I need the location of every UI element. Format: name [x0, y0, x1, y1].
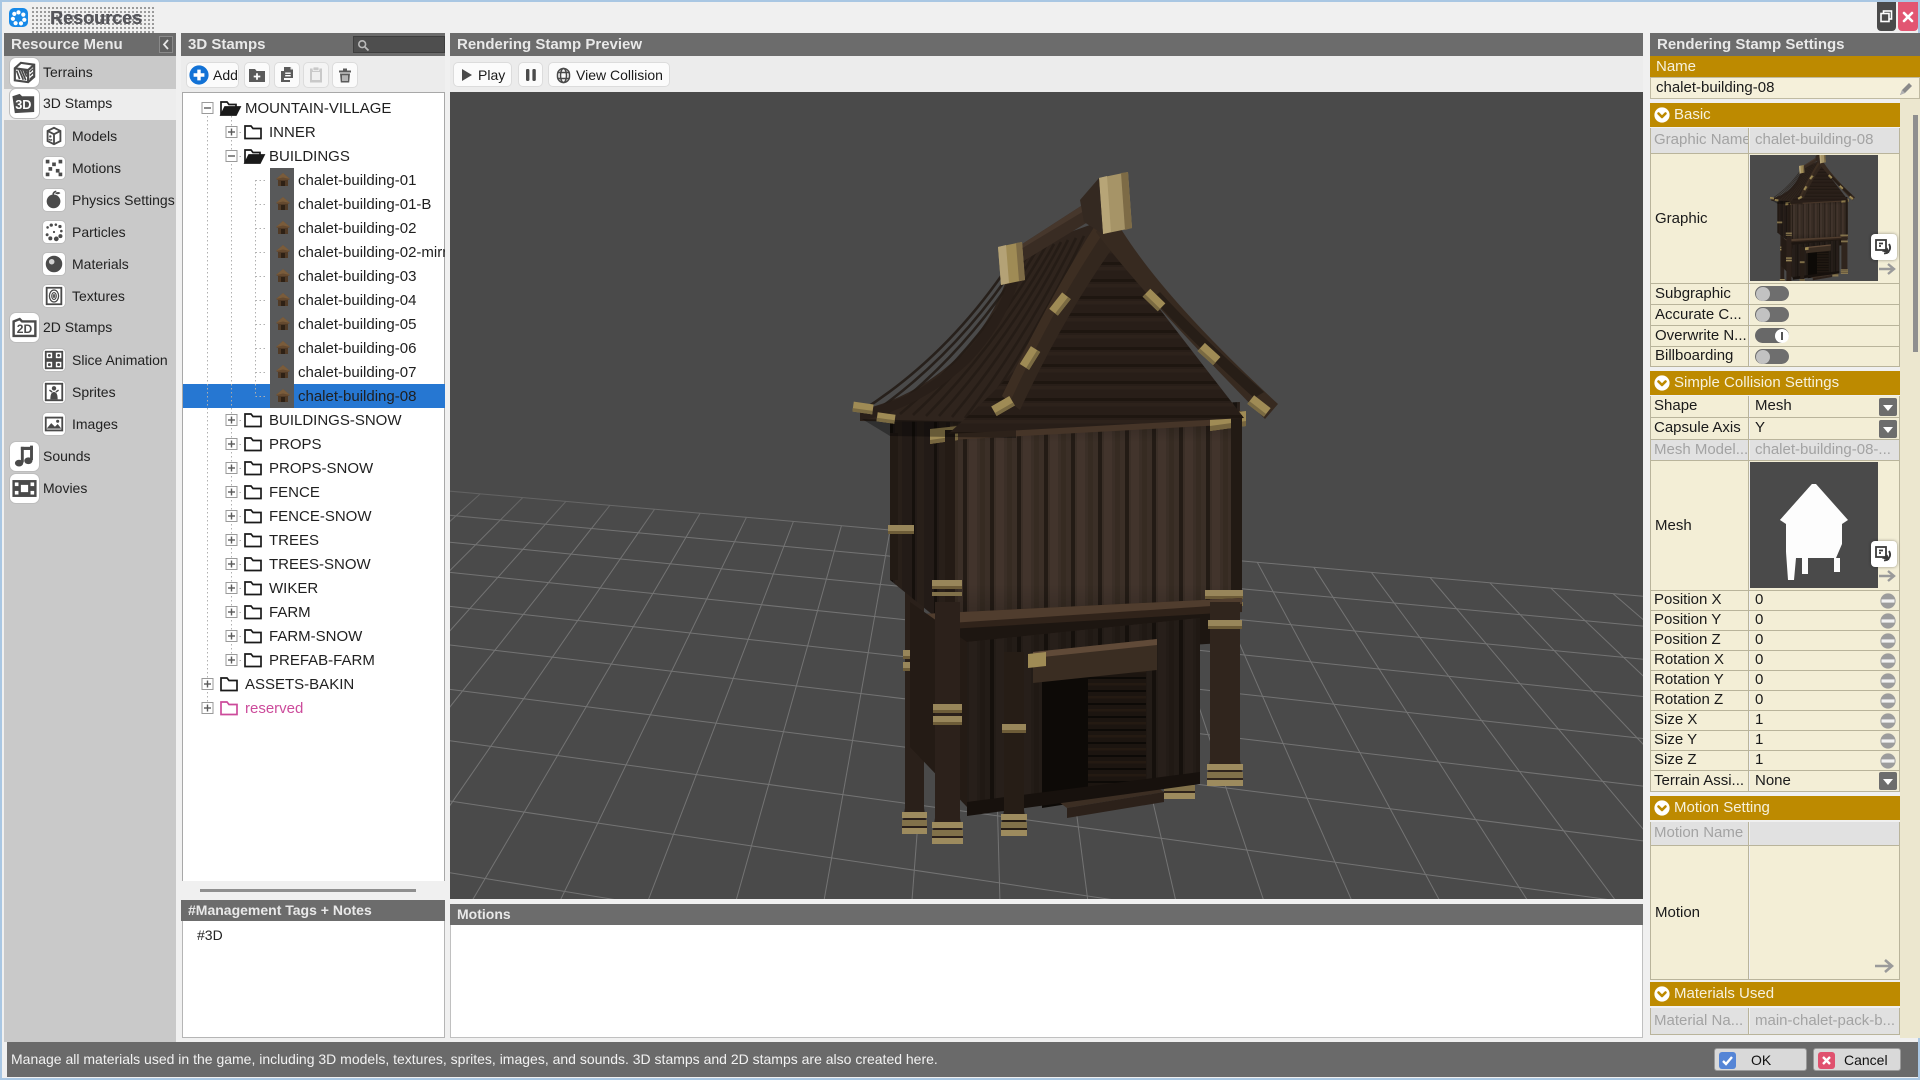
svg-text:chalet-building-06: chalet-building-06 [298, 340, 416, 357]
svg-text:3D: 3D [15, 98, 31, 112]
svg-text:WIKER: WIKER [269, 580, 318, 597]
svg-text:INNER: INNER [269, 124, 316, 141]
svg-text:PREFAB-FARM: PREFAB-FARM [269, 652, 375, 669]
svg-text:chalet-building-01: chalet-building-01 [298, 172, 416, 189]
svg-text:chalet-building-05: chalet-building-05 [298, 316, 416, 333]
svg-text:MOUNTAIN-VILLAGE: MOUNTAIN-VILLAGE [245, 100, 391, 117]
svg-text:chalet-building-03: chalet-building-03 [298, 268, 416, 285]
svg-text:FARM: FARM [269, 604, 311, 621]
svg-text:reserved: reserved [245, 700, 303, 717]
svg-text:chalet-building-02-mirr: chalet-building-02-mirr [298, 244, 445, 261]
svg-text:BUILDINGS-SNOW: BUILDINGS-SNOW [269, 412, 402, 429]
svg-text:2D: 2D [17, 322, 33, 336]
svg-text:TREES-SNOW: TREES-SNOW [269, 556, 372, 573]
svg-text:chalet-building-07: chalet-building-07 [298, 364, 416, 381]
svg-text:PROPS: PROPS [269, 436, 322, 453]
svg-text:chalet-building-02: chalet-building-02 [298, 220, 416, 237]
svg-text:chalet-building-04: chalet-building-04 [298, 292, 416, 309]
svg-text:FENCE-SNOW: FENCE-SNOW [269, 508, 372, 525]
svg-text:BUILDINGS: BUILDINGS [269, 148, 350, 165]
svg-text:PROPS-SNOW: PROPS-SNOW [269, 460, 374, 477]
svg-text:chalet-building-01-B: chalet-building-01-B [298, 196, 431, 213]
svg-text:ASSETS-BAKIN: ASSETS-BAKIN [245, 676, 354, 693]
svg-text:FARM-SNOW: FARM-SNOW [269, 628, 363, 645]
svg-text:TREES: TREES [269, 532, 319, 549]
svg-text:chalet-building-08: chalet-building-08 [298, 388, 416, 405]
svg-text:FENCE: FENCE [269, 484, 320, 501]
